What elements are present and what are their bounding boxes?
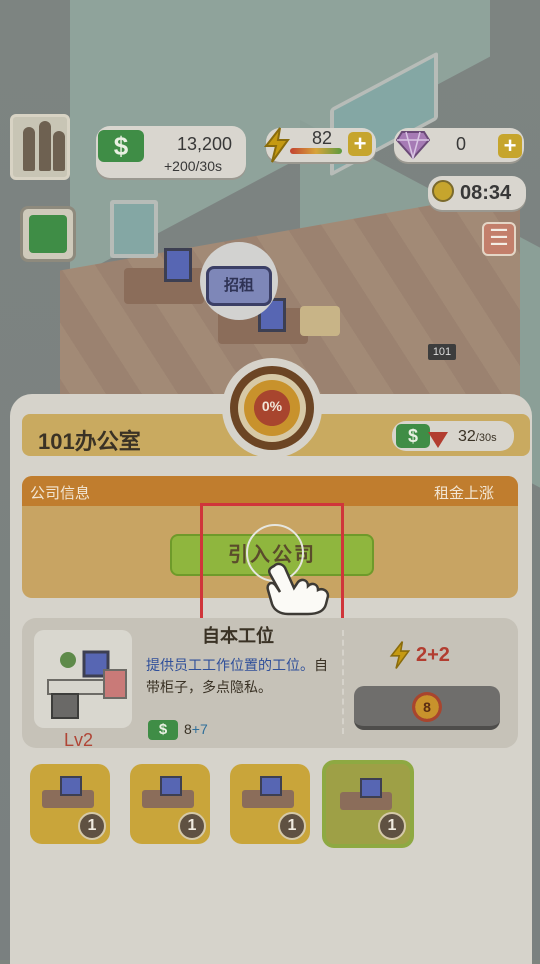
add-gems-button[interactable]: +	[498, 134, 522, 158]
slot-count: 1	[78, 812, 106, 840]
menu-button[interactable]: ☰	[482, 222, 516, 256]
player-avatar[interactable]	[10, 114, 70, 180]
workstation-image	[34, 630, 132, 728]
lightning-icon	[388, 640, 412, 677]
card-divider	[342, 630, 344, 734]
lightning-icon	[262, 126, 292, 164]
income-amount: 32	[458, 428, 476, 445]
cash-icon: $	[98, 130, 144, 162]
item-income: 8+7	[184, 721, 208, 737]
workstation-slot[interactable]: 1	[130, 764, 210, 844]
window	[110, 200, 158, 258]
energy-cost: 2+2	[416, 644, 450, 666]
desk	[300, 306, 340, 336]
monitor	[164, 248, 192, 282]
pointing-hand-icon	[264, 560, 334, 616]
company-info-label: 公司信息	[30, 485, 91, 502]
item-income-plus: +7	[191, 721, 208, 737]
slot-count: 1	[178, 812, 206, 840]
avatar-figure	[39, 121, 51, 171]
item-name: 自本工位	[202, 626, 274, 646]
rent-sign[interactable]: 招租	[206, 266, 272, 306]
add-energy-button[interactable]: +	[348, 132, 372, 156]
item-income-base: 8	[184, 721, 192, 737]
item-description-highlight: 提供员工工作位置的工位。	[146, 657, 314, 673]
slot-count: 1	[378, 812, 406, 840]
slot-count: 1	[278, 812, 306, 840]
item-description: 提供员工工作位置的工位。自带柜子，多点隐私。	[146, 654, 336, 698]
room-title: 101办公室	[38, 429, 141, 454]
item-level: Lv2	[64, 730, 94, 750]
cash-bonus-button[interactable]	[20, 206, 76, 262]
cash-rate: +200/30s	[164, 158, 222, 174]
avatar-figure	[53, 131, 65, 171]
cash-icon: $	[148, 720, 178, 740]
room-number-tag: 101	[428, 344, 456, 360]
workstation-slot-selected[interactable]: 1	[322, 760, 414, 848]
avatar-figure	[23, 127, 35, 171]
upgrade-cost-badge: 8	[412, 692, 442, 722]
income-unit: /30s	[475, 432, 497, 444]
room-income-value: 32/30s	[458, 428, 497, 446]
cash-stack-icon	[29, 215, 67, 253]
diamond-icon	[395, 128, 431, 161]
gem-value: 0	[455, 134, 466, 154]
clock-icon	[432, 180, 454, 202]
rent-increase-label: 租金上涨	[434, 485, 495, 502]
workstation-slot[interactable]: 1	[30, 764, 110, 844]
cash-value: 13,200	[176, 134, 232, 154]
occupancy-badge: 0%	[222, 358, 322, 458]
clock-time: 08:34	[460, 182, 512, 204]
workstation-slot[interactable]: 1	[230, 764, 310, 844]
energy-bar	[290, 148, 342, 154]
down-arrow-icon	[428, 432, 448, 448]
energy-value: 82	[311, 128, 333, 148]
occupancy-percent: 0%	[261, 398, 283, 414]
cash-icon: $	[396, 424, 430, 448]
